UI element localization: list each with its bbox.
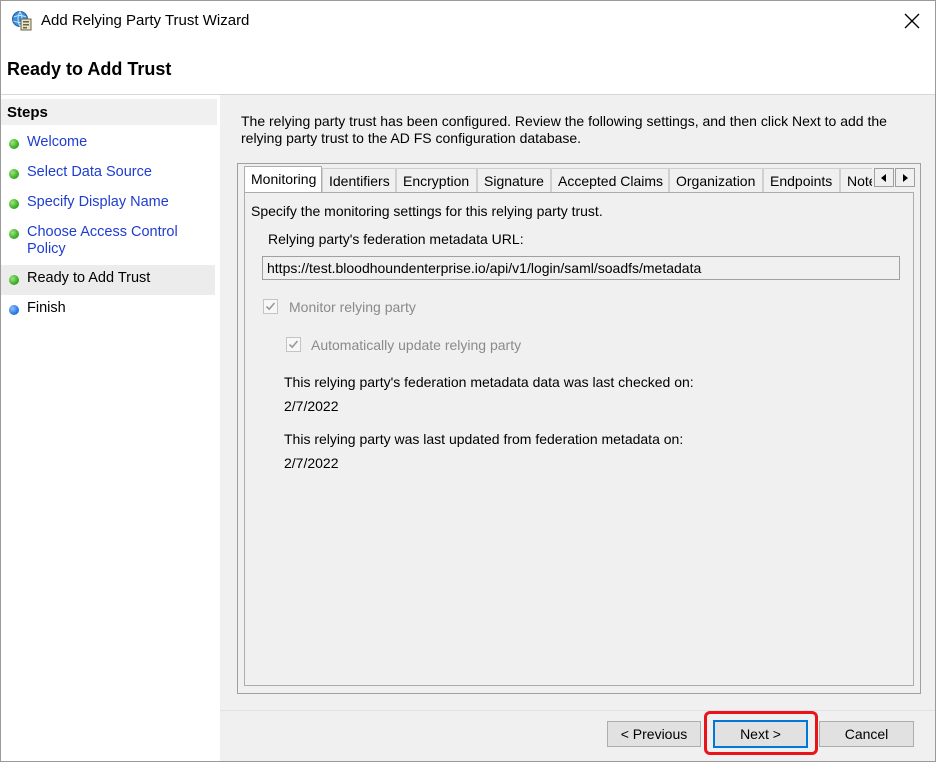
arrow-left-icon <box>881 174 886 182</box>
last-updated-label: This relying party was last updated from… <box>284 431 684 447</box>
monitoring-intro: Specify the monitoring settings for this… <box>251 203 603 219</box>
cancel-button[interactable]: Cancel <box>819 721 914 747</box>
step-label[interactable]: Choose Access Control Policy <box>27 224 197 258</box>
tab-label: Organization <box>676 173 756 189</box>
completed-status-icon <box>9 275 19 285</box>
tab-label: Signature <box>484 173 544 189</box>
step-specify-display-name[interactable]: Specify Display Name <box>1 187 215 217</box>
last-checked-label: This relying party's federation metadata… <box>284 374 694 390</box>
title-bar[interactable]: Add Relying Party Trust Wizard <box>1 1 935 41</box>
tab-accepted-claims[interactable]: Accepted Claims <box>551 168 669 192</box>
tab-label: Note <box>847 173 872 189</box>
metadata-url-label: Relying party's federation metadata URL: <box>268 231 524 247</box>
step-label[interactable]: Specify Display Name <box>27 194 169 211</box>
window-title: Add Relying Party Trust Wizard <box>41 12 250 29</box>
tab-label: Identifiers <box>329 173 390 189</box>
previous-button[interactable]: < Previous <box>607 721 701 747</box>
step-ready-to-add-trust: Ready to Add Trust <box>1 265 215 295</box>
completed-status-icon <box>9 139 19 149</box>
step-label: Ready to Add Trust <box>27 270 151 286</box>
step-select-data-source[interactable]: Select Data Source <box>1 157 215 187</box>
tab-strip: Monitoring Identifiers Encryption Signat… <box>244 166 872 192</box>
completed-status-icon <box>9 229 19 239</box>
tab-notes[interactable]: Note <box>840 168 872 192</box>
last-updated-value: 2/7/2022 <box>284 455 339 471</box>
step-label[interactable]: Select Data Source <box>27 164 152 181</box>
tab-label: Endpoints <box>770 173 833 189</box>
next-button-highlight <box>704 711 818 755</box>
step-label: Finish <box>27 300 66 316</box>
tab-organization[interactable]: Organization <box>669 168 763 192</box>
close-button[interactable] <box>889 1 935 41</box>
last-checked-value: 2/7/2022 <box>284 398 339 414</box>
steps-header: Steps <box>1 99 217 125</box>
monitor-relying-party-checkbox[interactable] <box>263 299 278 314</box>
pending-status-icon <box>9 305 19 315</box>
auto-update-label[interactable]: Automatically update relying party <box>311 337 521 353</box>
close-icon <box>904 13 920 29</box>
button-bar-divider <box>220 710 935 711</box>
adfs-relying-party-icon <box>11 10 33 32</box>
metadata-url-field[interactable] <box>262 256 900 280</box>
review-description: The relying party trust has been configu… <box>241 113 887 146</box>
tab-encryption[interactable]: Encryption <box>396 168 477 192</box>
tab-signature[interactable]: Signature <box>477 168 551 192</box>
tab-label: Monitoring <box>251 171 317 187</box>
checkmark-icon <box>288 340 299 349</box>
tab-identifiers[interactable]: Identifiers <box>322 168 396 192</box>
tab-endpoints[interactable]: Endpoints <box>763 168 840 192</box>
steps-pane: Steps Welcome Select Data Source Specify… <box>1 95 219 761</box>
tab-label: Accepted Claims <box>558 173 664 189</box>
auto-update-checkbox[interactable] <box>286 337 301 352</box>
arrow-right-icon <box>903 174 908 182</box>
tab-scroll-left-button[interactable] <box>874 168 894 187</box>
steps-heading: Steps <box>7 104 48 121</box>
step-label[interactable]: Welcome <box>27 134 87 151</box>
checkmark-icon <box>265 302 276 311</box>
completed-status-icon <box>9 199 19 209</box>
step-welcome[interactable]: Welcome <box>1 127 215 157</box>
tab-monitoring[interactable]: Monitoring <box>244 166 322 192</box>
page-title: Ready to Add Trust <box>7 59 172 79</box>
step-choose-access-control-policy[interactable]: Choose Access Control Policy <box>1 217 215 261</box>
step-finish: Finish <box>1 295 215 325</box>
completed-status-icon <box>9 169 19 179</box>
tab-label: Encryption <box>403 173 470 189</box>
tab-scroll-right-button[interactable] <box>895 168 915 187</box>
wizard-window: Add Relying Party Trust Wizard Ready to … <box>0 0 936 762</box>
monitor-relying-party-label[interactable]: Monitor relying party <box>289 299 416 315</box>
